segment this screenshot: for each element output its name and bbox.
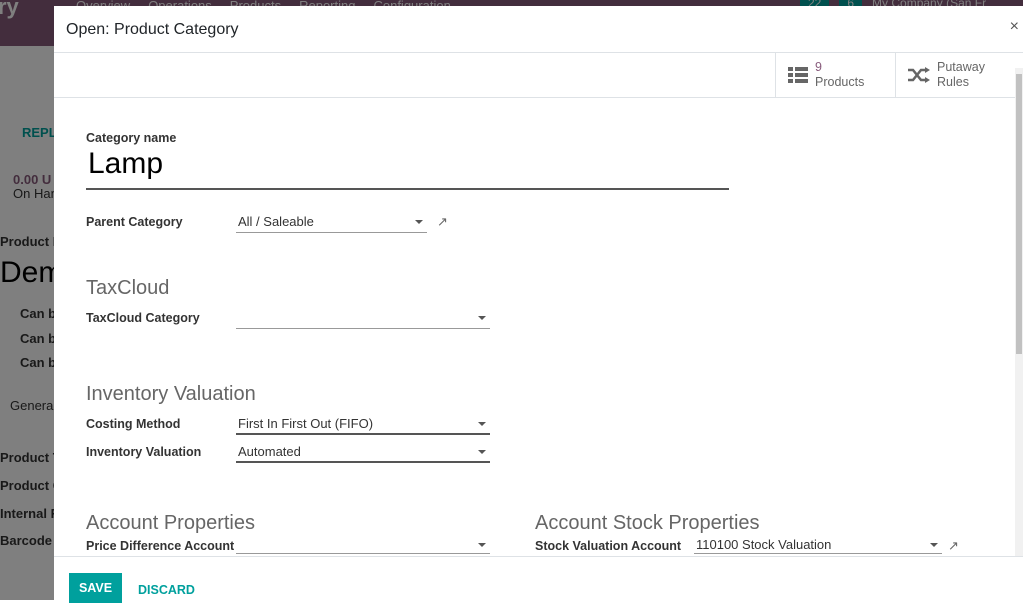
category-name-label: Category name <box>86 131 177 145</box>
account-properties-heading: Account Properties <box>86 512 255 534</box>
stock-valuation-value: 110100 Stock Valuation <box>696 537 832 552</box>
taxcloud-heading: TaxCloud <box>86 277 170 299</box>
inventory-valuation-label: Inventory Valuation <box>86 445 202 459</box>
external-link-icon[interactable]: ↗ <box>437 214 448 230</box>
rules-label: Rules <box>937 75 969 89</box>
close-icon[interactable]: × <box>1010 18 1019 36</box>
taxcloud-category-select[interactable] <box>236 309 490 329</box>
price-difference-select[interactable] <box>236 537 490 554</box>
smart-button-box: 9 Products Putaway Rules <box>54 53 1023 98</box>
scrollbar[interactable] <box>1015 68 1023 556</box>
inventory-valuation-value: Automated <box>238 444 301 459</box>
costing-method-select[interactable]: First In First Out (FIFO) <box>236 415 490 435</box>
parent-category-label: Parent Category <box>86 215 183 229</box>
save-button[interactable]: SAVE <box>69 573 122 603</box>
costing-method-value: First In First Out (FIFO) <box>238 416 374 431</box>
account-stock-properties-heading: Account Stock Properties <box>535 512 760 534</box>
dialog-title: Open: Product Category <box>66 21 239 38</box>
taxcloud-category-label: TaxCloud Category <box>86 311 200 325</box>
external-link-icon[interactable]: ↗ <box>948 538 959 554</box>
parent-category-select[interactable]: All / Saleable <box>236 213 427 233</box>
inventory-valuation-select[interactable]: Automated <box>236 443 490 463</box>
stock-valuation-label: Stock Valuation Account <box>535 539 682 553</box>
putaway-rules-smart-button[interactable]: Putaway Rules <box>895 53 1015 97</box>
chevron-down-icon <box>478 450 486 454</box>
dialog-form: Category name Lamp Parent Category All /… <box>54 98 1014 556</box>
discard-button[interactable]: DISCARD <box>138 583 195 597</box>
product-category-dialog: Open: Product Category × 9 Products Putaw… <box>54 6 1023 603</box>
products-smart-button[interactable]: 9 Products <box>775 53 895 97</box>
inventory-valuation-heading: Inventory Valuation <box>86 383 256 405</box>
shuffle-icon <box>908 67 930 83</box>
dialog-footer: SAVE DISCARD <box>54 556 1023 603</box>
costing-method-label: Costing Method <box>86 417 181 431</box>
putaway-label: Putaway <box>937 60 985 74</box>
stock-valuation-select[interactable]: 110100 Stock Valuation <box>694 537 942 554</box>
chevron-down-icon <box>478 422 486 426</box>
products-label: Products <box>815 75 865 89</box>
chevron-down-icon <box>478 316 486 320</box>
parent-category-value: All / Saleable <box>238 214 314 229</box>
category-name-input[interactable]: Lamp <box>86 146 729 190</box>
price-difference-label: Price Difference Account <box>86 539 235 553</box>
list-icon <box>788 67 808 83</box>
chevron-down-icon <box>415 220 423 224</box>
products-count: 9 <box>815 60 822 74</box>
chevron-down-icon <box>478 543 486 547</box>
chevron-down-icon <box>930 543 938 547</box>
